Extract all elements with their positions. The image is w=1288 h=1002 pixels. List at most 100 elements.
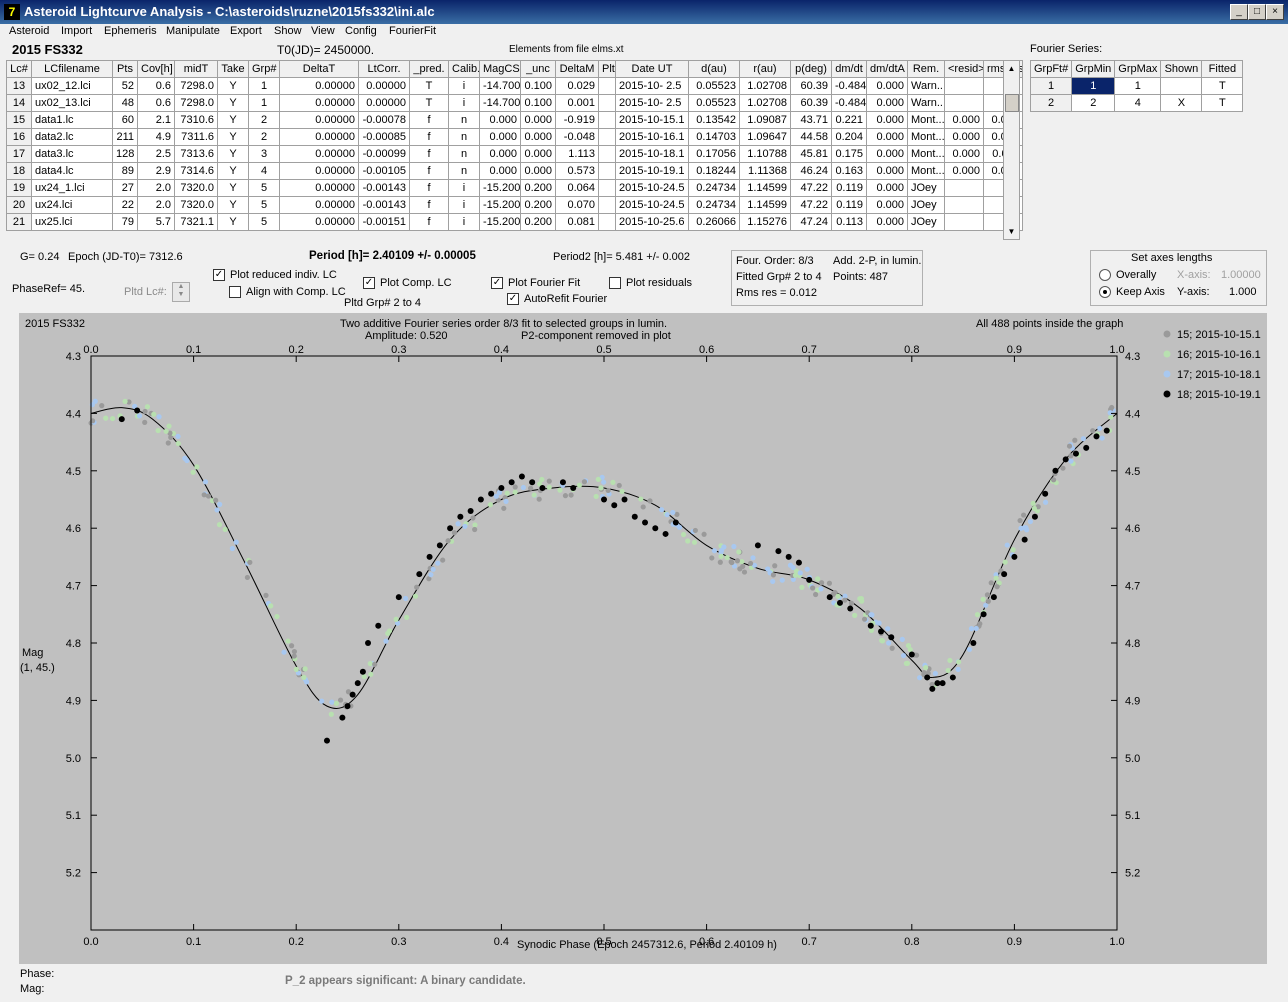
lc-cell[interactable]: 0.163 <box>831 162 867 180</box>
lc-cell[interactable]: 0.000 <box>866 179 908 197</box>
checkbox-icon[interactable] <box>609 277 621 290</box>
lc-cell[interactable]: 18 <box>6 162 32 180</box>
lc-cell[interactable]: 2015-10- 2.5 <box>615 94 689 112</box>
plot-reduced-checkbox[interactable]: ✓ Plot reduced indiv. LC <box>213 269 337 282</box>
lc-cell[interactable]: 14 <box>6 94 32 112</box>
lc-cell[interactable]: -0.919 <box>555 111 599 129</box>
lc-cell[interactable]: 7310.6 <box>174 111 218 129</box>
plot-panel[interactable] <box>19 313 1267 964</box>
lc-cell[interactable]: Y <box>217 196 249 214</box>
lc-cell[interactable]: 7311.6 <box>174 128 218 146</box>
lc-cell[interactable]: i <box>448 196 480 214</box>
fs-cell[interactable] <box>1160 77 1203 95</box>
lc-cell[interactable]: 5.7 <box>137 213 175 231</box>
lc-col-header[interactable]: MagCS <box>479 60 521 78</box>
lc-cell[interactable]: 5 <box>248 213 280 231</box>
lc-cell[interactable] <box>944 77 984 95</box>
lc-cell[interactable]: 0.18244 <box>688 162 740 180</box>
lc-cell[interactable]: 0.00000 <box>279 145 359 163</box>
lc-cell[interactable]: 0.200 <box>520 213 556 231</box>
lc-cell[interactable]: 1.14599 <box>739 179 791 197</box>
lc-cell[interactable]: f <box>409 213 449 231</box>
lc-cell[interactable]: 47.24 <box>790 213 832 231</box>
lc-cell[interactable]: 7313.6 <box>174 145 218 163</box>
lc-cell[interactable]: 0.00000 <box>279 196 359 214</box>
lc-cell[interactable]: 79 <box>112 213 138 231</box>
lc-cell[interactable]: i <box>448 213 480 231</box>
lc-cell[interactable]: Y <box>217 179 249 197</box>
lc-cell[interactable]: f <box>409 145 449 163</box>
lc-cell[interactable]: 0.000 <box>479 111 521 129</box>
lc-col-header[interactable]: Cov[h] <box>137 60 175 78</box>
lc-cell[interactable] <box>598 128 616 146</box>
lc-col-header[interactable]: Plt <box>598 60 616 78</box>
fs-cell[interactable]: 2 <box>1029 94 1073 112</box>
lc-col-header[interactable]: p(deg) <box>790 60 832 78</box>
lc-cell[interactable]: 7298.0 <box>174 94 218 112</box>
menu-fourierfit[interactable]: FourierFit <box>389 25 436 37</box>
lc-cell[interactable]: 0.000 <box>866 111 908 129</box>
align-comp-checkbox[interactable]: Align with Comp. LC <box>229 286 346 299</box>
lc-cell[interactable]: -0.048 <box>555 128 599 146</box>
lc-cell[interactable]: -0.00151 <box>358 213 410 231</box>
lc-cell[interactable]: 2.1 <box>137 111 175 129</box>
fourier-series-table[interactable]: GrpFt# GrpMin GrpMax Shown Fitted 111T224XT <box>1029 60 1244 112</box>
plot-residuals-checkbox[interactable]: Plot residuals <box>609 277 692 290</box>
lc-cell[interactable]: 0.6 <box>137 94 175 112</box>
lc-cell[interactable]: 7314.6 <box>174 162 218 180</box>
lc-cell[interactable]: ux24.lci <box>31 196 113 214</box>
plot-fourier-checkbox[interactable]: ✓ Plot Fourier Fit <box>491 277 580 290</box>
lc-cell[interactable]: Mont... <box>907 162 945 180</box>
fs-col-header[interactable]: GrpFt# <box>1029 60 1073 78</box>
fs-cell[interactable]: T <box>1201 77 1244 95</box>
lc-col-header[interactable]: LCfilename <box>31 60 113 78</box>
lc-cell[interactable]: f <box>409 179 449 197</box>
fs-cell[interactable]: 1 <box>1071 77 1116 95</box>
lc-cell[interactable]: 0.113 <box>831 213 867 231</box>
lc-cell[interactable]: 13 <box>6 77 32 95</box>
lc-cell[interactable]: 2.5 <box>137 145 175 163</box>
lc-col-header[interactable]: DeltaT <box>279 60 359 78</box>
lc-cell[interactable]: Warn.. <box>907 94 945 112</box>
lc-cell[interactable]: data2.lc <box>31 128 113 146</box>
lc-col-header[interactable]: Pts <box>112 60 138 78</box>
lc-cell[interactable]: 44.58 <box>790 128 832 146</box>
pltd-lc-spinner[interactable]: ▲ ▼ <box>172 282 190 302</box>
lc-table-row[interactable]: 16 data2.lc 211 4.9 7311.6 Y 2 0.00000 -0.00085 f… <box>6 128 1023 146</box>
lc-cell[interactable]: T <box>409 94 449 112</box>
lc-col-header[interactable]: r(au) <box>739 60 791 78</box>
lc-cell[interactable] <box>598 111 616 129</box>
lc-cell[interactable]: 0.000 <box>479 162 521 180</box>
lc-cell[interactable]: 17 <box>6 145 32 163</box>
lc-cell[interactable]: -0.00143 <box>358 179 410 197</box>
lc-cell[interactable]: 19 <box>6 179 32 197</box>
lc-cell[interactable]: 3 <box>248 145 280 163</box>
lc-cell[interactable]: 2015-10-18.1 <box>615 145 689 163</box>
lc-cell[interactable]: 0.24734 <box>688 179 740 197</box>
lc-cell[interactable]: Mont... <box>907 145 945 163</box>
scroll-down-icon[interactable]: ▼ <box>1004 224 1019 239</box>
lc-cell[interactable]: -0.00099 <box>358 145 410 163</box>
lc-cell[interactable]: 47.22 <box>790 196 832 214</box>
lc-cell[interactable]: -0.00085 <box>358 128 410 146</box>
lc-cell[interactable]: 4 <box>248 162 280 180</box>
lc-cell[interactable]: 1.15276 <box>739 213 791 231</box>
fs-cell[interactable]: 2 <box>1071 94 1116 112</box>
autorefit-checkbox[interactable]: ✓ AutoRefit Fourier <box>507 293 607 306</box>
lc-table[interactable]: Lc# LCfilename Pts Cov[h] midT Take Grp# DeltaT… <box>6 60 1023 231</box>
lc-cell[interactable]: 20 <box>6 196 32 214</box>
lc-cell[interactable]: 15 <box>6 111 32 129</box>
lc-cell[interactable]: 0.000 <box>866 162 908 180</box>
lc-table-row[interactable]: 19 ux24_1.lci 27 2.0 7320.0 Y 5 0.00000 -0.00143… <box>6 179 1023 197</box>
lc-cell[interactable]: -15.200 <box>479 213 521 231</box>
lc-cell[interactable]: 1.14599 <box>739 196 791 214</box>
lc-cell[interactable]: f <box>409 128 449 146</box>
lc-cell[interactable]: Y <box>217 77 249 95</box>
lc-cell[interactable]: ux02_13.lci <box>31 94 113 112</box>
lc-cell[interactable]: 0.064 <box>555 179 599 197</box>
lc-cell[interactable]: n <box>448 162 480 180</box>
lc-cell[interactable]: data1.lc <box>31 111 113 129</box>
lc-cell[interactable]: 0.000 <box>520 145 556 163</box>
lc-cell[interactable]: 60.39 <box>790 94 832 112</box>
lc-cell[interactable]: 1.113 <box>555 145 599 163</box>
